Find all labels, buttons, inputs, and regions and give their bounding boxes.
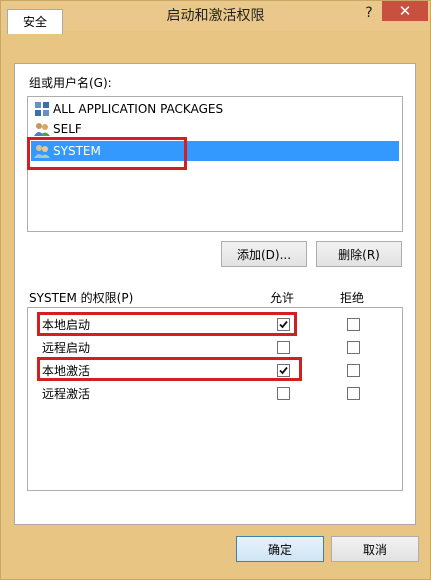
close-button[interactable]: ✕ [382,1,428,21]
allow-checkbox[interactable] [277,341,290,354]
deny-checkbox[interactable] [347,364,360,377]
help-button[interactable]: ? [358,3,380,23]
add-button[interactable]: 添加(D)... [221,241,307,267]
permissions-list: 本地启动 远程启动 本地激活 远程激活 [27,307,403,491]
permission-row: 本地启动 [28,313,402,335]
list-item-label: SELF [53,122,82,136]
allow-header: 允许 [270,291,295,305]
tab-security[interactable]: 安全 [7,9,63,34]
permission-name: 远程激活 [42,387,91,401]
ok-button[interactable]: 确定 [236,536,324,562]
deny-header: 拒绝 [340,291,365,305]
permission-row: 远程启动 [28,336,402,358]
allow-checkbox[interactable] [277,318,290,331]
permission-name: 本地激活 [42,364,91,378]
users-icon [34,121,50,137]
packages-icon [34,101,50,117]
allow-checkbox[interactable] [277,364,290,377]
list-item-label: ALL APPLICATION PACKAGES [53,102,224,116]
deny-checkbox[interactable] [347,387,360,400]
permission-name: 本地启动 [42,318,91,332]
groups-listbox[interactable]: ALL APPLICATION PACKAGES SELF SYSTEM [27,96,403,232]
permission-row: 远程激活 [28,382,402,404]
deny-checkbox[interactable] [347,341,360,354]
list-item[interactable]: SYSTEM [31,141,399,161]
close-icon: ✕ [398,2,412,20]
list-item-label: SYSTEM [53,144,101,158]
list-item[interactable]: ALL APPLICATION PACKAGES [31,99,399,119]
groups-label: 组或用户名(G): [29,76,112,90]
allow-checkbox[interactable] [277,387,290,400]
title-bar: 启动和激活权限 ? ✕ [1,1,430,31]
deny-checkbox[interactable] [347,318,360,331]
remove-button[interactable]: 删除(R) [316,241,402,267]
permissions-label: SYSTEM 的权限(P) [29,291,134,305]
cancel-button[interactable]: 取消 [331,536,419,562]
permission-row: 本地激活 [28,359,402,381]
permission-name: 远程启动 [42,341,91,355]
users-icon [34,143,50,159]
list-item[interactable]: SELF [31,119,399,139]
